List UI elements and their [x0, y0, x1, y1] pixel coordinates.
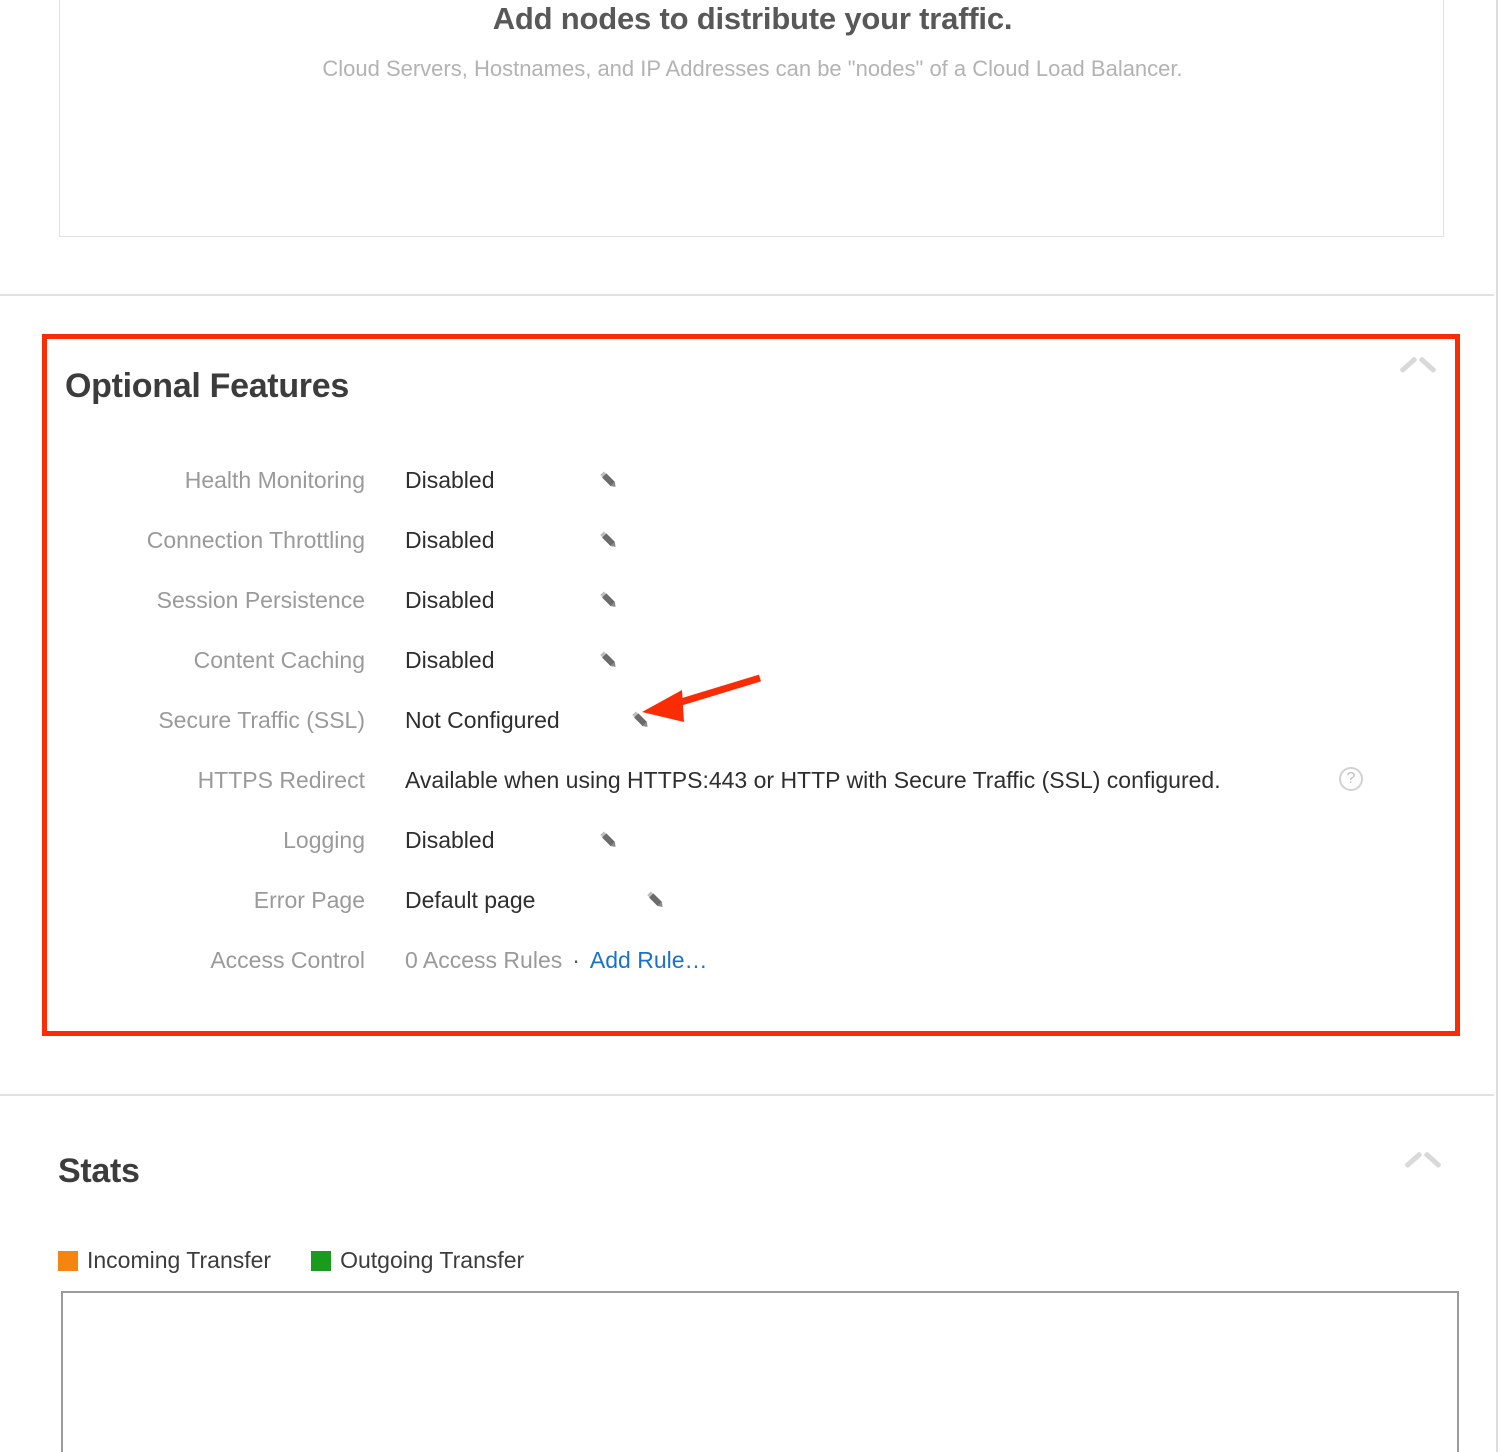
stats-section: Stats Incoming Transfer Outgoing Transfe…: [58, 1132, 1460, 1452]
feature-label: Error Page: [253, 887, 365, 913]
feature-value: Disabled: [405, 827, 495, 853]
feature-row-secure-traffic-ssl: Secure Traffic (SSL) Not Configured: [47, 697, 1455, 757]
feature-row-connection-throttling: Connection Throttling Disabled: [47, 517, 1455, 577]
access-control-value: 0 Access Rules · Add Rule…: [405, 947, 708, 974]
access-rules-count: 0 Access Rules: [405, 947, 563, 973]
section-divider-top: [0, 294, 1494, 296]
help-icon[interactable]: ?: [1339, 767, 1363, 791]
feature-label: HTTPS Redirect: [197, 767, 365, 793]
feature-label: Access Control: [210, 947, 365, 973]
add-nodes-title: Add nodes to distribute your traffic.: [492, 1, 1013, 36]
feature-value: Disabled: [405, 587, 495, 613]
feature-value: Disabled: [405, 647, 495, 673]
feature-row-health-monitoring: Health Monitoring Disabled: [47, 457, 1455, 517]
legend-swatch-outgoing: [311, 1250, 332, 1271]
feature-label: Content Caching: [193, 647, 365, 673]
feature-value: Not Configured: [405, 707, 560, 733]
add-nodes-subtitle: Cloud Servers, Hostnames, and IP Address…: [322, 56, 1183, 81]
legend-swatch-incoming: [58, 1250, 78, 1271]
chevron-up-icon[interactable]: [1401, 359, 1435, 381]
pencil-edit-icon[interactable]: [595, 467, 621, 493]
feature-value: Available when using HTTPS:443 or HTTP w…: [405, 767, 1221, 793]
stats-legend: Incoming Transfer Outgoing Transfer: [58, 1247, 564, 1274]
pencil-edit-icon[interactable]: [642, 887, 668, 913]
pencil-edit-icon[interactable]: [595, 587, 621, 613]
legend-item-outgoing: Outgoing Transfer: [311, 1247, 524, 1274]
add-rule-link[interactable]: Add Rule…: [590, 947, 708, 973]
feature-row-content-caching: Content Caching Disabled: [47, 637, 1455, 697]
stats-chart-area: [61, 1291, 1459, 1452]
chevron-up-icon[interactable]: [1406, 1154, 1440, 1176]
page-right-border: [1496, 0, 1498, 1452]
feature-label: Logging: [283, 827, 365, 853]
stats-heading: Stats: [58, 1152, 140, 1190]
legend-label: Outgoing Transfer: [340, 1247, 525, 1273]
pencil-edit-icon[interactable]: [595, 647, 621, 673]
feature-row-logging: Logging Disabled: [47, 817, 1455, 877]
legend-item-incoming: Incoming Transfer: [58, 1247, 271, 1274]
pencil-edit-icon[interactable]: [627, 707, 653, 733]
add-nodes-panel: Add nodes to distribute your traffic. Cl…: [59, 0, 1444, 237]
feature-row-error-page: Error Page Default page: [47, 877, 1455, 937]
legend-label: Incoming Transfer: [87, 1247, 272, 1273]
feature-row-access-control: Access Control 0 Access Rules · Add Rule…: [47, 937, 1455, 997]
section-divider-bottom: [0, 1094, 1494, 1096]
feature-value: Default page: [405, 887, 536, 913]
feature-label: Connection Throttling: [146, 527, 365, 553]
pencil-edit-icon[interactable]: [595, 827, 621, 853]
feature-label: Health Monitoring: [184, 467, 365, 493]
optional-features-heading: Optional Features: [65, 367, 349, 405]
feature-row-session-persistence: Session Persistence Disabled: [47, 577, 1455, 637]
page-root: Add nodes to distribute your traffic. Cl…: [0, 0, 1502, 1452]
separator-dot: ·: [572, 947, 580, 973]
pencil-edit-icon[interactable]: [595, 527, 621, 553]
feature-label: Secure Traffic (SSL): [158, 707, 365, 733]
feature-value: Disabled: [405, 527, 495, 553]
feature-value: Disabled: [405, 467, 495, 493]
optional-features-section: Optional Features Health Monitoring Disa…: [42, 334, 1460, 1036]
feature-label: Session Persistence: [156, 587, 365, 613]
feature-row-https-redirect: HTTPS Redirect Available when using HTTP…: [47, 757, 1455, 817]
optional-features-list: Health Monitoring Disabled Connection Th…: [47, 457, 1455, 997]
